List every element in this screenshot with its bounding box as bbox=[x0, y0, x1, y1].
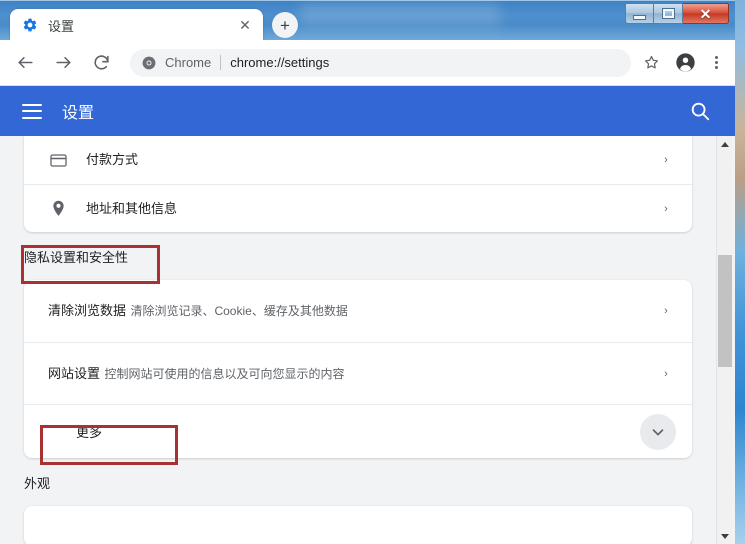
chevron-right-icon: › bbox=[664, 154, 668, 166]
three-dot-menu-icon[interactable] bbox=[703, 49, 729, 77]
star-outline-icon[interactable] bbox=[637, 49, 665, 77]
menu-dot bbox=[714, 56, 718, 59]
settings-gear-icon bbox=[22, 17, 38, 33]
list-item-payment-methods[interactable]: 付款方式 › bbox=[24, 136, 692, 184]
settings-content-viewport: 付款方式 › 地址和其他信息 › 隐私设置和安全性 清除浏览数据 清除浏览记录、… bbox=[0, 136, 735, 544]
appearance-card bbox=[24, 506, 692, 544]
arrow-back-icon[interactable] bbox=[10, 48, 40, 78]
chevron-right-icon: › bbox=[664, 202, 668, 215]
tab-close-icon[interactable]: ✕ bbox=[235, 15, 255, 35]
credit-card-icon bbox=[48, 150, 68, 170]
minimize-icon bbox=[634, 15, 645, 19]
close-window-button[interactable]: ✕ bbox=[683, 3, 729, 24]
triangle-down-icon[interactable] bbox=[717, 528, 733, 544]
list-item-title: 地址和其他信息 bbox=[86, 200, 178, 216]
hamburger-line bbox=[22, 110, 42, 112]
maximize-button[interactable] bbox=[654, 3, 683, 24]
list-item-text: 清除浏览数据 清除浏览记录、Cookie、缓存及其他数据 bbox=[24, 302, 656, 320]
autofill-card: 付款方式 › 地址和其他信息 › bbox=[24, 136, 692, 232]
chevron-right-icon: › bbox=[664, 367, 668, 380]
privacy-card: 清除浏览数据 清除浏览记录、Cookie、缓存及其他数据 › 网站设置 控制网站… bbox=[24, 280, 692, 458]
omnibox-url-text: chrome://settings bbox=[230, 55, 330, 70]
more-label: 更多 bbox=[76, 425, 103, 440]
list-item-clear-browsing-data[interactable]: 清除浏览数据 清除浏览记录、Cookie、缓存及其他数据 › bbox=[24, 280, 692, 342]
section-title-appearance: 外观 bbox=[24, 475, 51, 491]
menu-dot bbox=[714, 66, 718, 69]
scroll-up-triangle bbox=[721, 141, 729, 147]
window-controls: ✕ bbox=[625, 3, 729, 24]
list-item-title: 网站设置 bbox=[48, 365, 101, 381]
reload-icon[interactable] bbox=[86, 48, 116, 78]
settings-scrollbar[interactable] bbox=[716, 136, 732, 544]
account-circle-icon[interactable] bbox=[671, 49, 699, 77]
minimize-button[interactable] bbox=[625, 3, 654, 24]
hamburger-menu-icon[interactable] bbox=[22, 103, 42, 119]
address-bar[interactable]: Chrome chrome://settings bbox=[130, 48, 631, 77]
window-titlebar: 设置 ✕ + ✕ bbox=[0, 0, 735, 41]
list-item-text: 网站设置 控制网站可使用的信息以及可向您显示的内容 bbox=[24, 365, 656, 383]
scrollbar-thumb[interactable] bbox=[718, 255, 732, 367]
triangle-up-icon[interactable] bbox=[717, 136, 733, 152]
list-item-subtitle: 控制网站可使用的信息以及可向您显示的内容 bbox=[104, 366, 345, 381]
chevron-right-icon: › bbox=[664, 305, 668, 317]
chrome-logo-icon bbox=[142, 56, 156, 70]
settings-header-bar: 设置 bbox=[0, 86, 735, 136]
scroll-down-triangle bbox=[721, 533, 729, 539]
chrome-browser-window: 设置 ✕ + ✕ Chrome chrome://settings 设置 付款方… bbox=[0, 0, 735, 544]
list-item-subtitle: 清除浏览记录、Cookie、缓存及其他数据 bbox=[130, 304, 348, 318]
list-item-site-settings[interactable]: 网站设置 控制网站可使用的信息以及可向您显示的内容 › bbox=[24, 342, 692, 404]
arrow-forward-icon[interactable] bbox=[48, 48, 78, 78]
list-item-title: 付款方式 bbox=[86, 152, 139, 167]
browser-toolbar: Chrome chrome://settings bbox=[0, 40, 735, 86]
settings-scroll-content: 付款方式 › 地址和其他信息 › 隐私设置和安全性 清除浏览数据 清除浏览记录、… bbox=[0, 136, 716, 544]
section-title-privacy: 隐私设置和安全性 bbox=[24, 249, 129, 265]
omnibox-scheme-label: Chrome bbox=[165, 55, 212, 70]
hamburger-line bbox=[22, 116, 42, 119]
list-item-title: 清除浏览数据 bbox=[48, 303, 127, 318]
list-item-text: 付款方式 bbox=[86, 151, 656, 169]
page-title: 设置 bbox=[62, 105, 95, 122]
list-item-addresses[interactable]: 地址和其他信息 › bbox=[24, 184, 692, 232]
hamburger-line bbox=[22, 103, 42, 106]
list-item-more[interactable]: 更多 bbox=[24, 404, 692, 458]
location-pin-icon bbox=[48, 199, 68, 219]
chevron-down-icon[interactable] bbox=[640, 413, 676, 450]
tab-settings[interactable]: 设置 ✕ bbox=[10, 9, 263, 41]
maximize-icon bbox=[661, 8, 675, 19]
tab-title: 设置 bbox=[48, 18, 75, 34]
list-item-text: 地址和其他信息 bbox=[86, 200, 656, 218]
menu-dot bbox=[714, 61, 718, 64]
search-icon[interactable] bbox=[689, 100, 711, 122]
omnibox-divider bbox=[220, 55, 222, 70]
new-tab-button[interactable]: + bbox=[272, 12, 298, 38]
close-icon: ✕ bbox=[699, 5, 712, 22]
